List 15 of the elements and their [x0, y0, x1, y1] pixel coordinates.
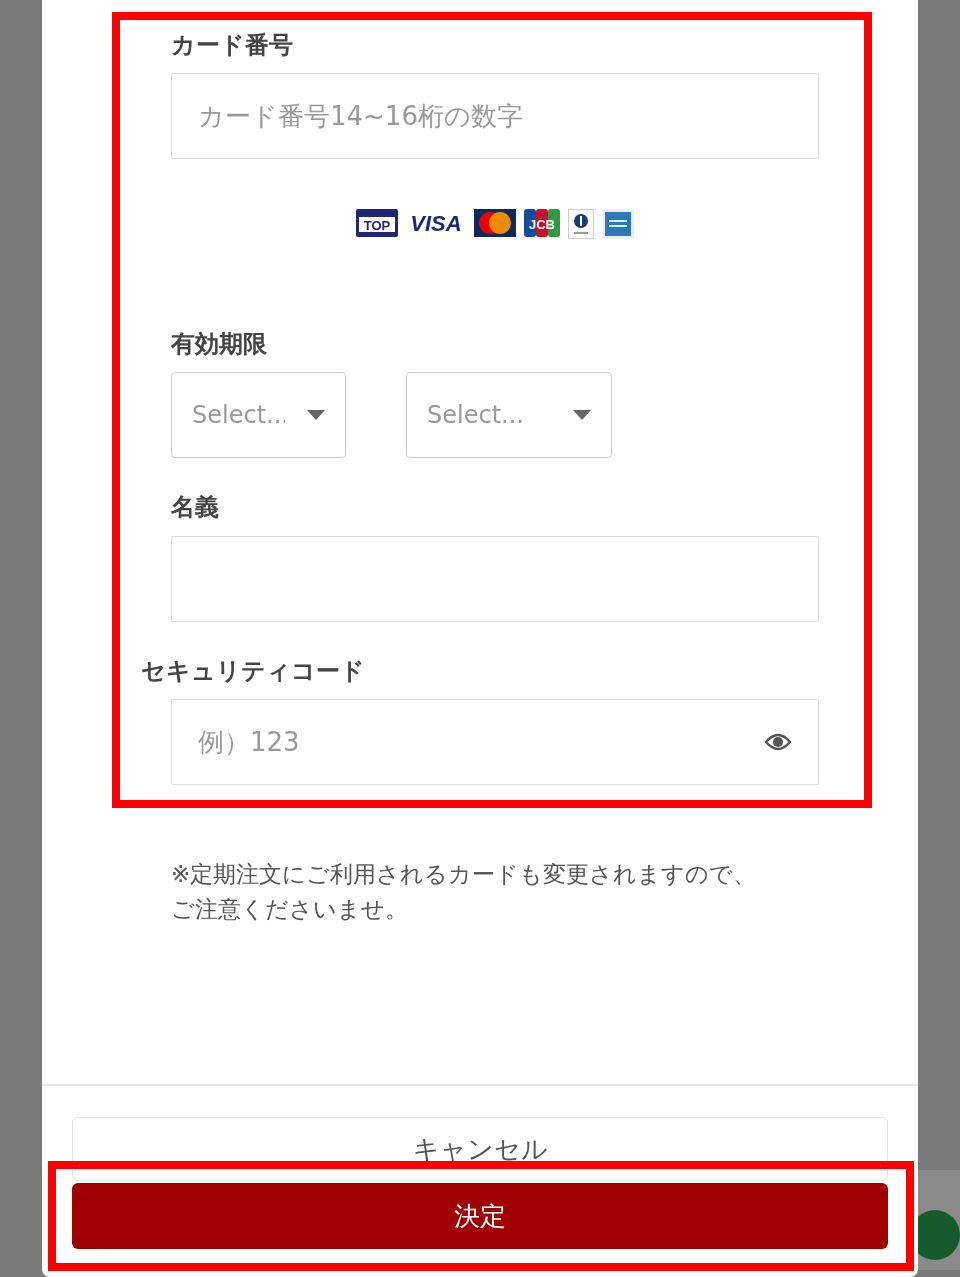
eye-icon[interactable]: [765, 732, 791, 751]
security-code-field[interactable]: 例）123: [171, 698, 819, 785]
field-label: 名義: [171, 492, 220, 524]
card-number-field[interactable]: カード番号14~16桁の数字: [171, 73, 819, 160]
amex-logo: [602, 209, 634, 240]
diners-logo: [568, 209, 594, 240]
field-label: セキュリティコード: [141, 655, 366, 687]
mastercard-logo: [474, 209, 516, 238]
top-card-logo: TOP: [356, 209, 398, 238]
submit-button[interactable]: 決定: [72, 1183, 888, 1249]
visa-logo: VISA: [406, 209, 466, 238]
field-label: 有効期限: [171, 329, 268, 361]
note-text: ※定期注文にご利用されるカードも変更されますので、ご注意くださいませ。: [171, 859, 758, 925]
name-field[interactable]: [171, 535, 819, 622]
field-label: カード番号: [171, 30, 294, 61]
